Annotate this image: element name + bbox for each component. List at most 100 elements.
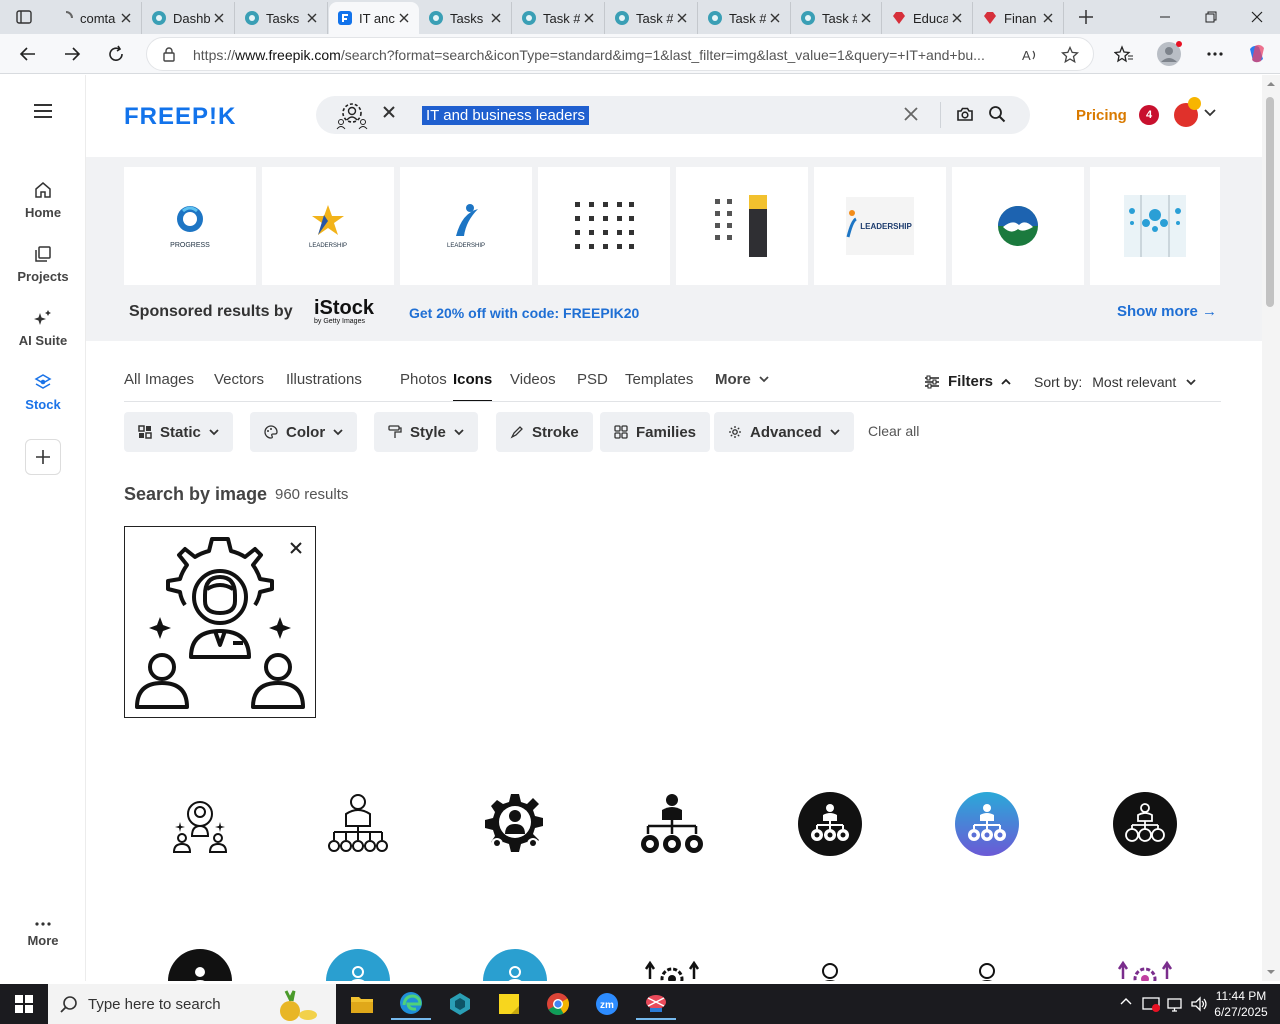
notification-badge[interactable]: 4	[1139, 105, 1159, 125]
sidebar-item-ai-suite[interactable]: AI Suite	[0, 309, 86, 348]
result-icon-leader-gears-circle-black[interactable]	[790, 784, 870, 864]
browser-tab[interactable]: Task #	[513, 2, 605, 34]
close-tab-icon[interactable]	[395, 9, 413, 27]
result-icon-gear-leader-solid[interactable]	[475, 784, 555, 864]
browser-tab[interactable]: Finan	[974, 2, 1064, 34]
sponsored-thumbnail[interactable]	[952, 167, 1084, 285]
close-tab-icon[interactable]	[673, 9, 691, 27]
sidebar-item-more[interactable]: More	[0, 921, 86, 948]
tab-all-images[interactable]: All Images	[124, 371, 194, 400]
browser-tab[interactable]: Task #	[699, 2, 791, 34]
result-icon-leader-gears-circle-gradient[interactable]	[947, 784, 1027, 864]
windows-start-icon[interactable]	[0, 984, 48, 1024]
read-aloud-icon[interactable]: A	[1019, 44, 1041, 66]
close-tab-icon[interactable]	[857, 9, 875, 27]
sponsored-thumbnail[interactable]: LEADERSHIP	[262, 167, 394, 285]
promo-code-link[interactable]: Get 20% off with code: FREEPIK20	[409, 305, 639, 321]
teal-app-icon[interactable]	[440, 988, 480, 1020]
address-bar[interactable]: https://www.freepik.com/search?format=se…	[146, 37, 1094, 71]
zoom-icon[interactable]: zm	[587, 988, 627, 1020]
pricing-link[interactable]: Pricing	[1076, 107, 1127, 124]
volume-icon[interactable]	[1190, 995, 1208, 1013]
network-icon[interactable]	[1166, 995, 1184, 1013]
camera-icon[interactable]	[956, 105, 974, 123]
close-tab-icon[interactable]	[948, 9, 966, 27]
hamburger-menu-icon[interactable]	[0, 103, 86, 119]
browser-tab[interactable]: Tasks	[236, 2, 328, 34]
lock-icon[interactable]	[161, 46, 177, 62]
sponsored-thumbnail[interactable]	[1090, 167, 1220, 285]
favorites-icon[interactable]	[1108, 38, 1140, 70]
sponsored-thumbnail[interactable]	[538, 167, 670, 285]
snipping-tool-icon[interactable]	[636, 988, 676, 1020]
tab-vectors[interactable]: Vectors	[214, 371, 264, 400]
tab-icons[interactable]: Icons	[453, 371, 493, 402]
close-tab-icon[interactable]	[210, 9, 228, 27]
new-tab-icon[interactable]	[1073, 5, 1099, 29]
restore-icon[interactable]	[1188, 0, 1234, 34]
sort-dropdown[interactable]: Sort by: Most relevant	[1034, 374, 1196, 390]
result-icon-leader-outline-2[interactable]	[947, 941, 1027, 981]
sidebar-item-stock[interactable]: Stock	[0, 373, 86, 412]
sponsored-thumbnail[interactable]	[676, 167, 808, 285]
browser-tab[interactable]: Dashb	[143, 2, 235, 34]
close-tab-icon[interactable]	[580, 9, 598, 27]
tab-psd[interactable]: PSD	[577, 371, 608, 400]
result-icon-leader-gears-circle-outline[interactable]	[1105, 784, 1185, 864]
browser-tab-active[interactable]: IT anc	[329, 2, 419, 34]
search-bar[interactable]: IT and business leaders	[316, 96, 1030, 134]
sponsored-thumbnail[interactable]: LEADERSHIP	[400, 167, 532, 285]
scrollbar-thumb[interactable]	[1266, 97, 1274, 307]
copilot-icon[interactable]	[1241, 38, 1273, 70]
result-icon-gear-leader-outline[interactable]	[160, 784, 240, 864]
close-tab-icon[interactable]	[303, 9, 321, 27]
sponsored-thumbnail[interactable]: LEADERSHIP	[814, 167, 946, 285]
freepik-logo[interactable]: FREEP!K	[124, 103, 236, 131]
minimize-icon[interactable]	[1142, 0, 1188, 34]
browser-tab[interactable]: Task #	[606, 2, 698, 34]
taskbar-search[interactable]: Type here to search	[48, 984, 336, 1024]
scroll-up-icon[interactable]	[1262, 79, 1280, 89]
result-icon-leader-gears-solid[interactable]	[632, 784, 712, 864]
sidebar-item-home[interactable]: Home	[0, 181, 86, 220]
browser-tab[interactable]: comta	[50, 2, 142, 34]
close-tab-icon[interactable]	[117, 9, 135, 27]
remove-query-image-icon[interactable]	[289, 541, 303, 555]
file-explorer-icon[interactable]	[342, 988, 382, 1020]
tab-photos[interactable]: Photos	[400, 371, 447, 400]
tab-more[interactable]: More	[715, 371, 769, 400]
profile-icon[interactable]	[1153, 38, 1185, 70]
result-icon-leader-outline[interactable]	[790, 941, 870, 981]
avatar[interactable]	[1174, 97, 1201, 127]
chip-style[interactable]: Style	[374, 412, 478, 452]
result-icon-growth-gear-purple[interactable]	[1105, 941, 1185, 981]
show-more-link[interactable]: Show more →	[1117, 303, 1217, 320]
close-tab-icon[interactable]	[487, 9, 505, 27]
forward-icon[interactable]	[56, 38, 88, 70]
chip-color[interactable]: Color	[250, 412, 358, 452]
result-icon-leader-circle-blue[interactable]	[475, 941, 555, 981]
result-icon-leader-circle-black[interactable]	[160, 941, 240, 981]
browser-tab[interactable]: Task #	[792, 2, 882, 34]
search-input[interactable]: IT and business leaders	[422, 106, 589, 125]
result-icon-leader-network-outline[interactable]	[318, 784, 398, 864]
clear-search-icon[interactable]	[902, 105, 920, 123]
chip-stroke[interactable]: Stroke	[496, 412, 593, 452]
chip-families[interactable]: Families	[600, 412, 711, 452]
taskbar-clock[interactable]: 11:44 PM 6/27/2025	[1208, 988, 1274, 1020]
chrome-icon[interactable]	[538, 988, 578, 1020]
add-icon[interactable]	[0, 439, 86, 475]
back-icon[interactable]	[12, 38, 44, 70]
page-scrollbar[interactable]	[1262, 75, 1280, 981]
chevron-down-icon[interactable]	[1204, 109, 1216, 117]
tab-illustrations[interactable]: Illustrations	[286, 371, 362, 400]
url-text[interactable]: https://www.freepik.com/search?format=se…	[193, 47, 1063, 63]
search-icon[interactable]	[988, 105, 1006, 123]
result-icon-growth-gear[interactable]	[632, 941, 712, 981]
chip-advanced[interactable]: Advanced	[714, 412, 854, 452]
search-image-thumbnail[interactable]	[334, 99, 370, 131]
filters-button[interactable]: Filters	[924, 373, 1011, 390]
sticky-notes-icon[interactable]	[489, 988, 529, 1020]
sidebar-item-projects[interactable]: Projects	[0, 245, 86, 284]
close-window-icon[interactable]	[1234, 0, 1280, 34]
